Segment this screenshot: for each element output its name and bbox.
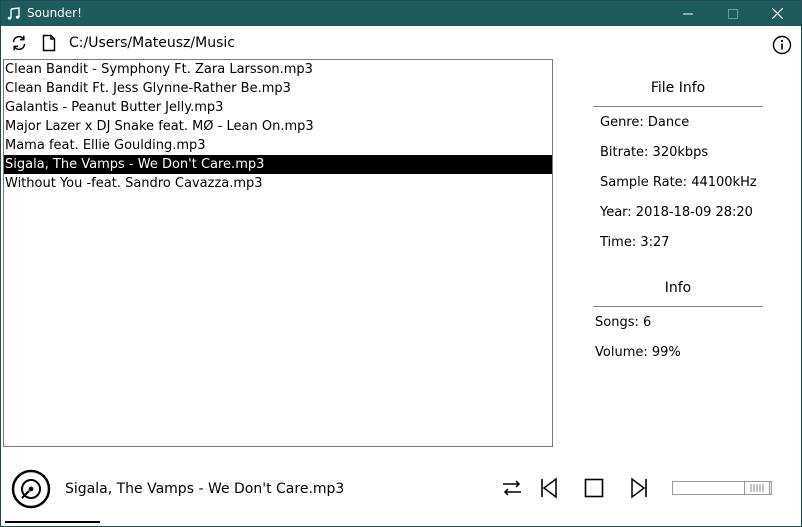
song-list-item[interactable]: Without You -feat. Sandro Cavazza.mp3: [4, 174, 552, 193]
year-value: Year: 2018-18-09 28:20: [600, 205, 753, 220]
music-note-icon: [7, 6, 21, 20]
folder-path: C:/Users/Mateusz/Music: [69, 35, 235, 51]
song-list-item[interactable]: Clean Bandit Ft. Jess Glynne-Rather Be.m…: [4, 79, 552, 98]
song-list-item[interactable]: Major Lazer x DJ Snake feat. MØ - Lean O…: [4, 117, 552, 136]
previous-icon[interactable]: [539, 477, 561, 499]
bitrate-value: Bitrate: 320kbps: [600, 145, 709, 160]
close-button[interactable]: [755, 1, 800, 26]
time-value: Time: 3:27: [600, 235, 670, 250]
info-heading: Info: [664, 280, 692, 296]
song-list-item-selected[interactable]: Sigala, The Vamps - We Don't Care.mp3: [4, 155, 552, 174]
file-icon[interactable]: [40, 34, 58, 52]
next-icon[interactable]: [627, 477, 649, 499]
maximize-icon: [727, 8, 738, 19]
song-list-item[interactable]: Galantis - Peanut Butter Jelly.mp3: [4, 98, 552, 117]
disc-icon: [11, 469, 51, 509]
genre-value: Genre: Dance: [600, 115, 690, 130]
maximize-button[interactable]: [710, 1, 755, 26]
window-title: Sounder!: [27, 6, 82, 20]
file-info-heading: File Info: [650, 80, 706, 96]
info-divider: [593, 306, 763, 307]
now-playing-title: Sigala, The Vamps - We Don't Care.mp3: [65, 481, 345, 497]
volume-slider-thumb[interactable]: [744, 481, 770, 495]
toolbar: C:/Users/Mateusz/Music: [1, 26, 801, 58]
minimize-icon: [682, 13, 693, 14]
minimize-button[interactable]: [665, 1, 710, 26]
info-icon[interactable]: [772, 35, 792, 55]
player-bar: Sigala, The Vamps - We Don't Care.mp3: [1, 461, 801, 526]
song-list-item[interactable]: Mama feat. Ellie Goulding.mp3: [4, 136, 552, 155]
volume-slider[interactable]: [672, 481, 772, 495]
volume-fill: [673, 482, 744, 494]
sample-rate-value: Sample Rate: 44100kHz: [600, 175, 757, 190]
app-window: Sounder! C:/Users/Mateusz/Music Clean Ba…: [0, 0, 802, 527]
volume-value: Volume: 99%: [595, 345, 681, 360]
close-icon: [772, 8, 783, 19]
refresh-icon[interactable]: [10, 34, 28, 52]
shuffle-icon[interactable]: [501, 477, 523, 499]
title-bar[interactable]: Sounder!: [1, 1, 801, 26]
playback-progress[interactable]: [5, 521, 100, 523]
file-info-divider: [593, 106, 763, 107]
song-list[interactable]: Clean Bandit - Symphony Ft. Zara Larsson…: [3, 59, 553, 447]
song-list-item[interactable]: Clean Bandit - Symphony Ft. Zara Larsson…: [4, 60, 552, 79]
stop-icon[interactable]: [583, 477, 605, 499]
songs-count: Songs: 6: [595, 315, 652, 330]
